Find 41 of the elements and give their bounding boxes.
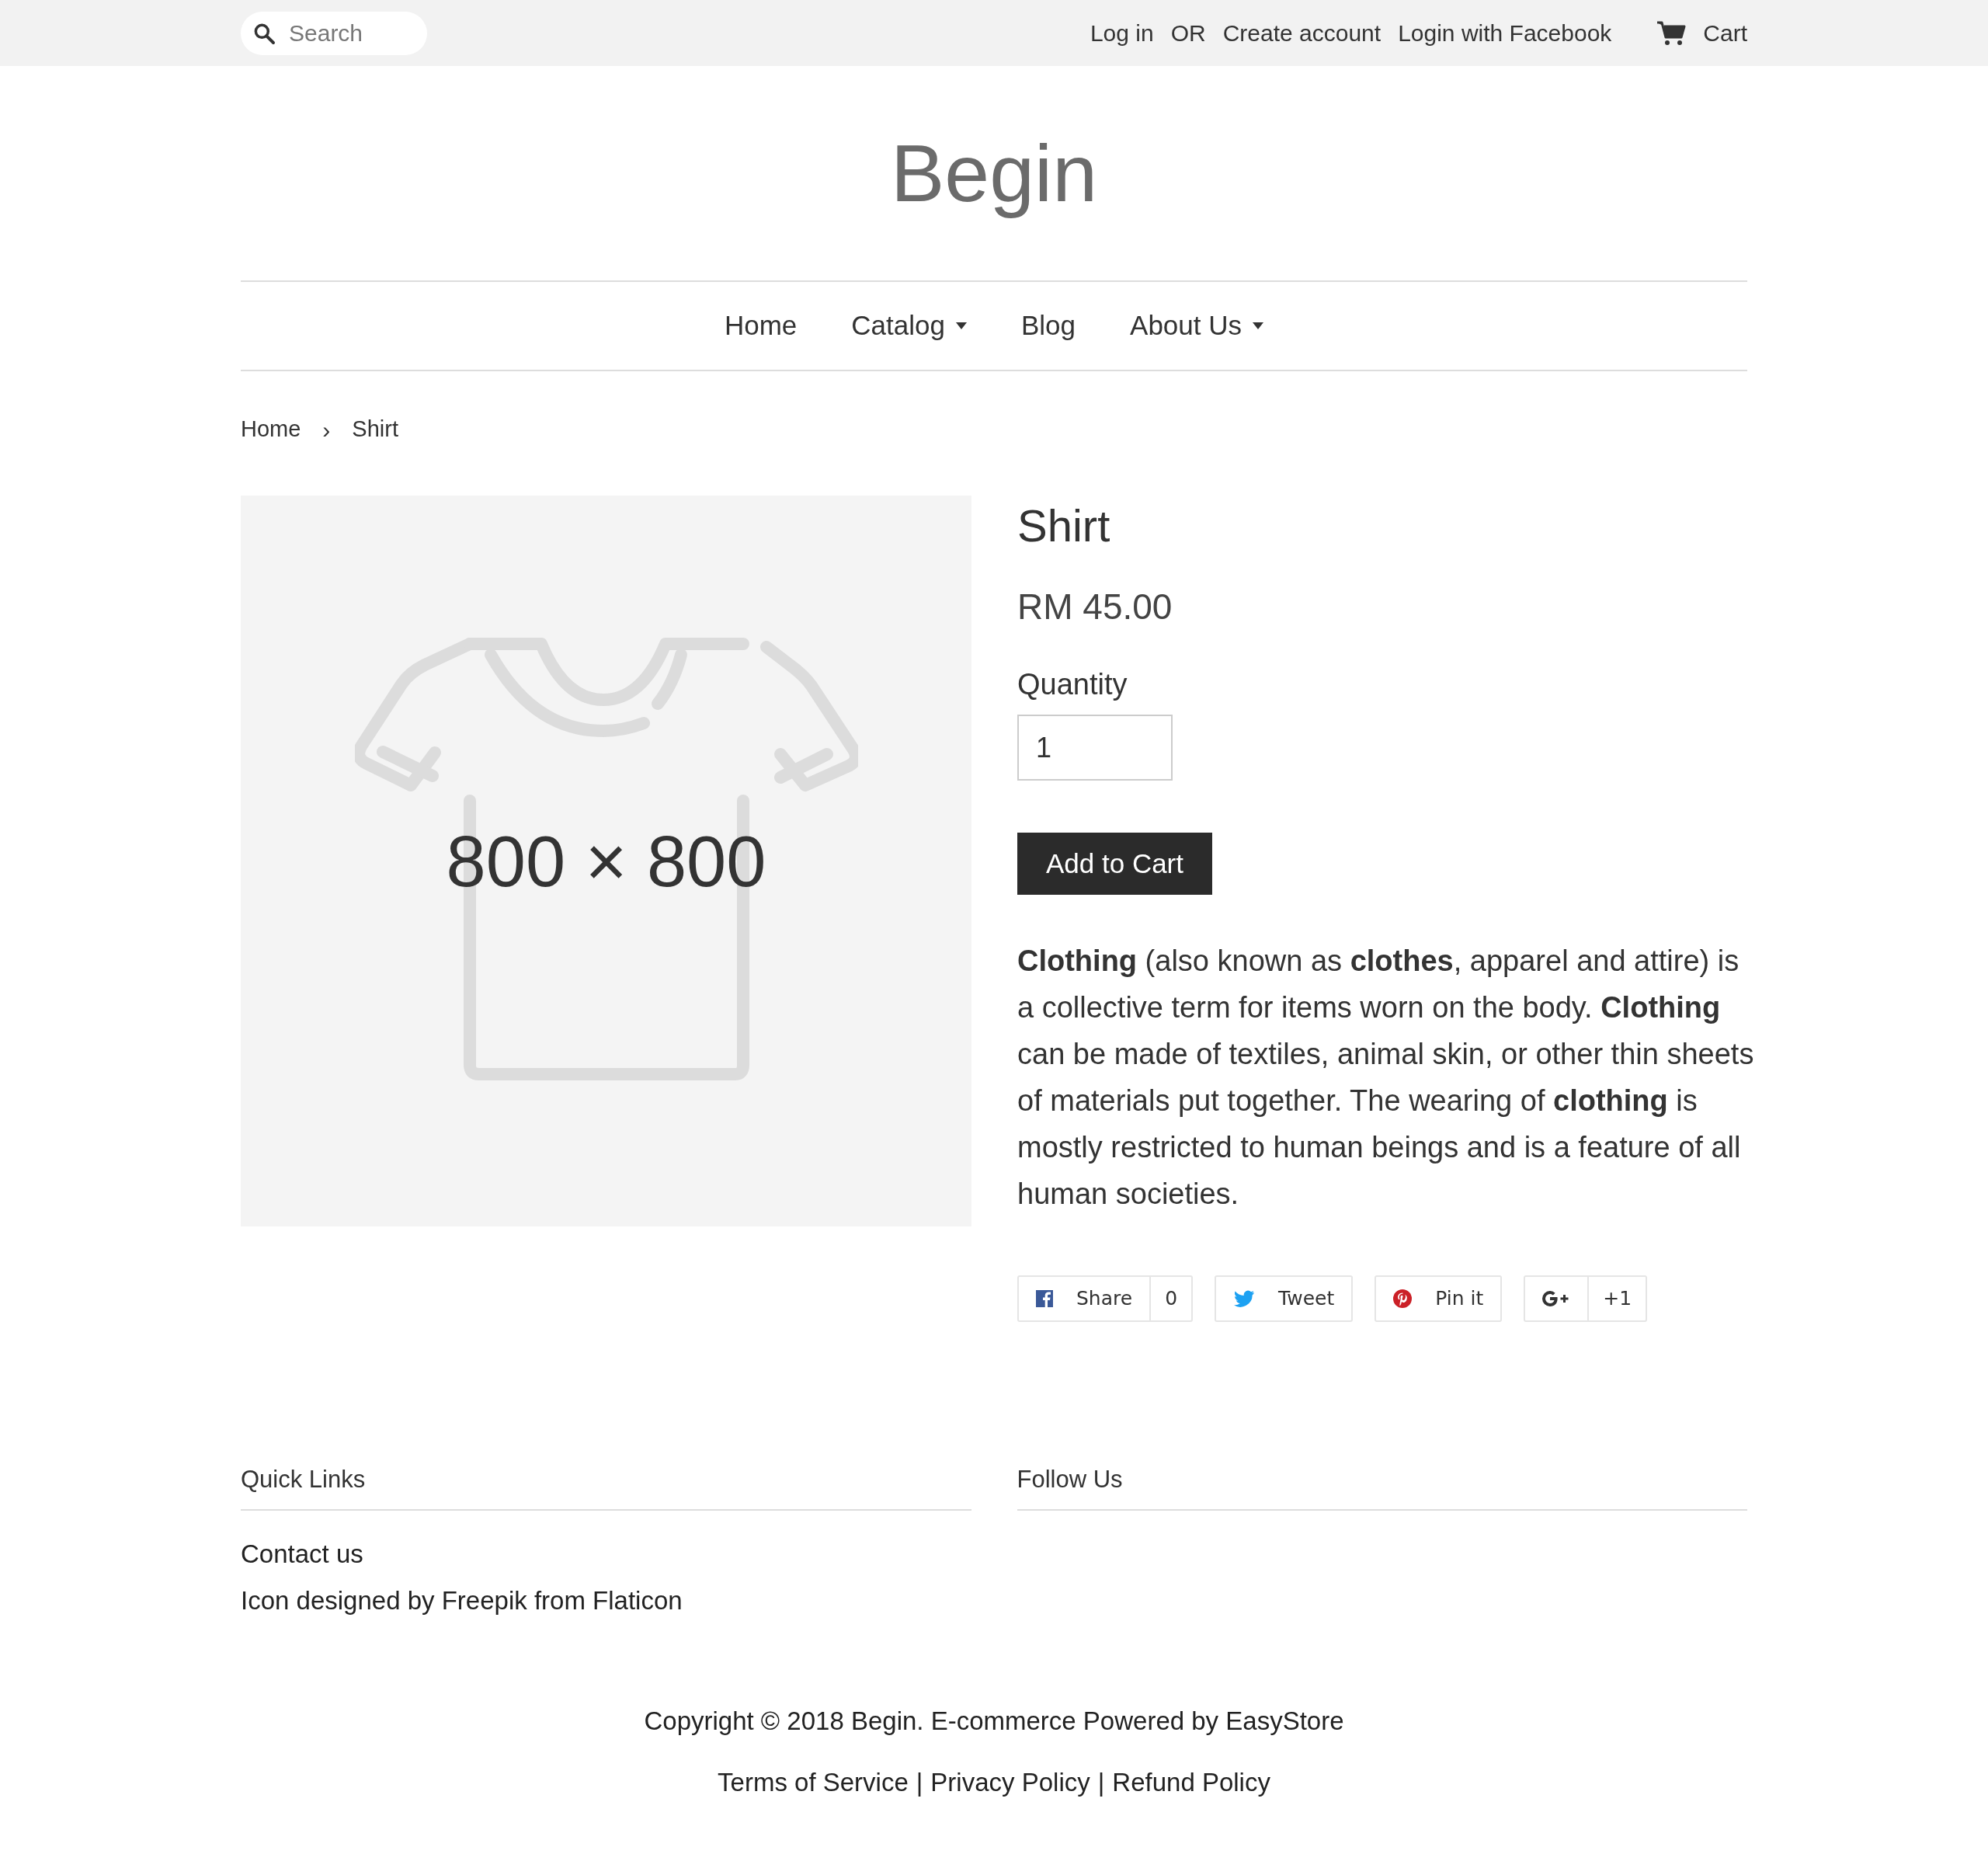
- nav-link[interactable]: Home: [724, 305, 798, 346]
- facebook-icon: [1036, 1290, 1053, 1307]
- add-to-cart-button[interactable]: Add to Cart: [1017, 833, 1212, 895]
- separator-text: |: [1097, 1767, 1105, 1798]
- bird-icon: [1233, 1290, 1256, 1307]
- footer-link[interactable]: Icon designed by Freepik from Flaticon: [241, 1584, 971, 1616]
- quantity-field[interactable]: 1: [1017, 715, 1173, 781]
- facebook-share-button[interactable]: Share 0: [1017, 1275, 1194, 1322]
- footer-heading: Quick Links: [241, 1462, 971, 1511]
- current-page-text: Shirt: [352, 416, 398, 444]
- share-count: +1: [1587, 1277, 1646, 1320]
- product-title: Shirt: [1017, 503, 1110, 548]
- twitter-share-button[interactable]: Tweet: [1215, 1275, 1354, 1322]
- pin-icon: [1393, 1289, 1413, 1308]
- breadcrumb-link[interactable]: Home: [241, 412, 301, 447]
- nav-link[interactable]: Blog: [1021, 305, 1076, 346]
- separator-text: |: [916, 1767, 923, 1798]
- share-count: 0: [1149, 1277, 1192, 1320]
- account-link[interactable]: Login with Facebook: [1398, 16, 1612, 50]
- image-size-label: 800 × 800: [446, 825, 766, 897]
- gplus-share-button[interactable]: +1: [1524, 1275, 1648, 1322]
- or-text: OR: [1170, 19, 1206, 47]
- pinterest-share-button[interactable]: Pin it: [1375, 1275, 1503, 1322]
- nav-link[interactable]: Catalog: [851, 305, 967, 346]
- nav-link[interactable]: About Us: [1130, 305, 1263, 346]
- policy-link[interactable]: Privacy Policy: [930, 1763, 1090, 1802]
- store-logo[interactable]: Begin: [891, 123, 1097, 224]
- copyright-text: Copyright © 2018 Begin. E-commerce Powered by EasyStore: [644, 1705, 1344, 1737]
- footer-heading: Follow Us: [1017, 1462, 1747, 1511]
- footer-link[interactable]: Contact us: [241, 1538, 971, 1570]
- product-price: RM 45.00: [1017, 589, 1173, 624]
- account-link[interactable]: Log in: [1090, 16, 1154, 50]
- policy-link[interactable]: Terms of Service: [718, 1763, 909, 1802]
- policy-link[interactable]: Refund Policy: [1112, 1763, 1270, 1802]
- gplus-icon: [1542, 1290, 1571, 1307]
- breadcrumb-separator: ›: [322, 416, 331, 444]
- cart-link[interactable]: Cart: [1656, 16, 1747, 50]
- quantity-label: Quantity: [1017, 670, 1128, 699]
- product-description: Clothing (also known as clothes, apparel and attire) is a collective term for items worn on the body. Clothing can be made of textiles, animal skin, or other thin sheets of materials put together. The wearing of clothing is mostly restricted to human beings and is a feature of all human societies.: [1017, 944, 1755, 1212]
- account-link[interactable]: Create account: [1222, 16, 1382, 50]
- search-field[interactable]: Search: [241, 11, 427, 55]
